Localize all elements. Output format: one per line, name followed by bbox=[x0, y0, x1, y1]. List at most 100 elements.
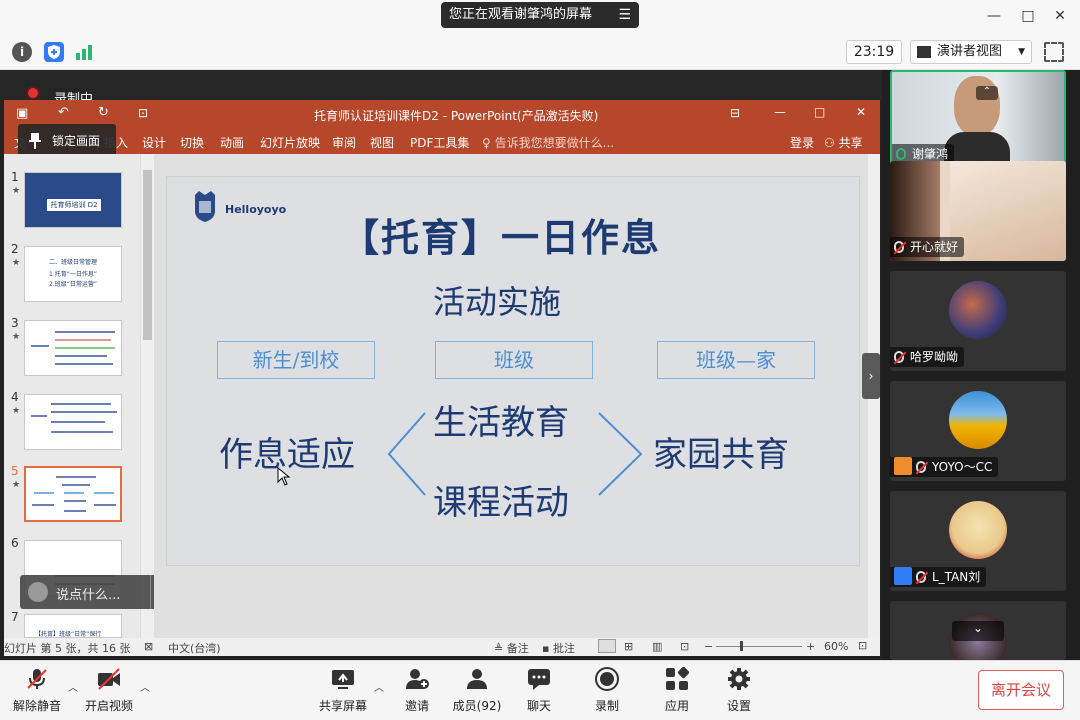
tab-review[interactable]: 审阅 bbox=[332, 134, 356, 151]
tab-animations[interactable]: 动画 bbox=[220, 134, 244, 151]
settings-label: 设置 bbox=[726, 699, 751, 713]
thumbnail-scrollbar[interactable] bbox=[140, 154, 154, 638]
view-mode-label: 演讲者视图 bbox=[937, 44, 1003, 59]
language-label[interactable]: 中文(台湾) bbox=[168, 640, 221, 656]
zoom-out-button[interactable]: − bbox=[704, 640, 713, 653]
screen-share-banner[interactable]: 您正在观看谢肇鸿的屏幕 ☰ bbox=[441, 2, 639, 28]
participant-tile[interactable]: YOYO～CC bbox=[890, 381, 1066, 481]
host-user-icon bbox=[894, 457, 912, 475]
thumb-number: 3 bbox=[11, 316, 19, 330]
reading-view-icon[interactable]: ▥ bbox=[652, 640, 662, 653]
save-icon[interactable]: ▣ bbox=[16, 106, 28, 121]
share-screen-button[interactable]: 共享屏幕 bbox=[308, 667, 378, 717]
redo-icon[interactable]: ↻ bbox=[98, 105, 109, 120]
slide-logo-text: Helloyoyo bbox=[225, 203, 287, 216]
tab-design[interactable]: 设计 bbox=[142, 134, 166, 151]
banner-menu-icon[interactable]: ☰ bbox=[618, 2, 631, 28]
undo-icon[interactable]: ↶ bbox=[58, 105, 69, 120]
share-screen-icon bbox=[332, 670, 354, 689]
ppt-close-button[interactable]: ✕ bbox=[856, 105, 866, 119]
lightbulb-icon: ♀ bbox=[482, 136, 491, 150]
leave-meeting-button[interactable]: 离开会议 bbox=[978, 670, 1064, 710]
slide-thumbnail-4[interactable] bbox=[24, 394, 122, 450]
participant-tile[interactable]: ⌄ bbox=[890, 601, 1066, 660]
window-title-bar: 您正在观看谢肇鸿的屏幕 ☰ — □ ✕ bbox=[0, 0, 1080, 34]
spellcheck-icon[interactable]: ⊠ bbox=[144, 640, 153, 653]
thumb-number: 7 bbox=[11, 610, 19, 624]
zoom-level[interactable]: 60% bbox=[824, 640, 848, 653]
user-icon bbox=[894, 567, 912, 585]
tab-view[interactable]: 视图 bbox=[370, 134, 394, 151]
zoom-in-button[interactable]: + bbox=[806, 640, 815, 653]
comments-button[interactable]: ▪ 批注 bbox=[542, 640, 575, 656]
camera-off-icon bbox=[98, 668, 120, 690]
collapse-up-icon[interactable]: ⌃ bbox=[976, 86, 998, 100]
ppt-share-button[interactable]: ⚇ 共享 bbox=[824, 134, 863, 151]
participant-tile[interactable]: 开心就好 bbox=[890, 161, 1066, 261]
zoom-slider-thumb[interactable] bbox=[740, 641, 743, 651]
tab-pdf-tools[interactable]: PDF工具集 bbox=[410, 134, 469, 151]
current-slide[interactable]: Helloyoyo 【托育】一日作息 活动实施 新生/到校 班级 班级—家 作息… bbox=[166, 176, 860, 566]
slide-thumbnail-7[interactable]: 【托育】班级“日常”保行 bbox=[24, 614, 122, 638]
ribbon-display-icon[interactable]: ⊟ bbox=[730, 106, 740, 120]
participant-tile[interactable]: ⌃ 谢肇鸿 bbox=[890, 70, 1066, 170]
participant-tile[interactable]: 哈罗呦呦 bbox=[890, 271, 1066, 371]
thumb-number: 1 bbox=[11, 170, 19, 184]
apps-button[interactable]: 应用 bbox=[642, 667, 712, 717]
chat-button[interactable]: 聊天 bbox=[504, 667, 574, 717]
slide-count: 幻灯片 第 5 张，共 16 张 bbox=[4, 642, 131, 655]
participant-tile[interactable]: L_TAN刘 bbox=[890, 491, 1066, 591]
slide-thumbnail-1[interactable]: 托育师培训 D2 bbox=[24, 172, 122, 228]
unmute-label: 解除静音 bbox=[12, 699, 61, 713]
ppt-title: 托育师认证培训课件D2 - PowerPoint(产品激活失败) bbox=[314, 109, 599, 123]
tell-me-search[interactable]: ♀ 告诉我您想要做什么... bbox=[482, 134, 614, 151]
thumb-text: 二、班级日常管理 bbox=[49, 259, 98, 266]
zoom-slider[interactable] bbox=[716, 646, 802, 647]
thumb-title: 托育师培训 D2 bbox=[47, 199, 101, 211]
normal-view-icon[interactable] bbox=[598, 639, 616, 653]
chat-icon bbox=[528, 669, 550, 690]
participant-name: YOYO～CC bbox=[890, 457, 999, 477]
lock-screen-button[interactable]: 锁定画面 bbox=[18, 124, 116, 158]
ppt-minimize-button[interactable]: — bbox=[774, 105, 786, 119]
slide-middle-bottom: 课程活动 bbox=[433, 483, 569, 523]
right-bracket-arrow bbox=[598, 412, 643, 496]
participant-name-text: 开心就好 bbox=[910, 240, 959, 254]
security-shield-icon[interactable] bbox=[44, 42, 64, 62]
maximize-button[interactable]: □ bbox=[1018, 6, 1038, 26]
login-link[interactable]: 登录 bbox=[790, 134, 814, 151]
present-icon[interactable]: ⊡ bbox=[138, 106, 148, 120]
close-window-button[interactable]: ✕ bbox=[1050, 6, 1070, 26]
tab-slideshow[interactable]: 幻灯片放映 bbox=[260, 134, 320, 151]
ppt-maximize-button[interactable]: □ bbox=[814, 105, 825, 119]
settings-button[interactable]: 设置 bbox=[704, 667, 774, 717]
sorter-view-icon[interactable]: ⊞ bbox=[624, 640, 633, 653]
notes-button[interactable]: ≜ 备注 bbox=[494, 640, 529, 656]
video-options-caret-icon[interactable]: ︿ bbox=[140, 679, 150, 694]
slide-thumbnail-5-selected[interactable] bbox=[24, 466, 122, 522]
view-mode-select[interactable]: 演讲者视图 ▼ bbox=[910, 40, 1032, 64]
minimize-button[interactable]: — bbox=[984, 6, 1004, 26]
unmute-button[interactable]: 解除静音 bbox=[2, 667, 72, 717]
panel-toggle-icon[interactable]: › bbox=[862, 353, 880, 399]
start-video-button[interactable]: 开启视频 bbox=[74, 667, 144, 717]
fullscreen-icon[interactable] bbox=[1044, 42, 1064, 62]
avatar bbox=[949, 281, 1007, 339]
avatar bbox=[949, 501, 1007, 559]
tab-transitions[interactable]: 切换 bbox=[180, 134, 204, 151]
members-button[interactable]: 成员(92) bbox=[442, 667, 512, 717]
slide-thumbnail-2[interactable]: 二、班级日常管理 1.托育“一日作息” 2.班级“日常运营” bbox=[24, 246, 122, 302]
participant-name-text: 谢肇鸿 bbox=[912, 147, 949, 161]
fit-slide-icon[interactable]: ⊡ bbox=[858, 639, 867, 652]
participant-name: 开心就好 bbox=[890, 237, 965, 257]
emoji-icon[interactable] bbox=[28, 582, 48, 602]
signal-strength-icon[interactable] bbox=[74, 42, 94, 62]
slideshow-view-icon[interactable]: ⊡ bbox=[680, 640, 689, 653]
recording-bar: 录制中 bbox=[0, 70, 882, 107]
chevron-down-icon[interactable]: ⌄ bbox=[952, 621, 1004, 641]
slide-thumbnail-3[interactable] bbox=[24, 320, 122, 376]
speaker-face bbox=[954, 76, 1000, 136]
record-button[interactable]: 录制 bbox=[572, 667, 642, 717]
slide-middle-top: 生活教育 bbox=[433, 403, 569, 443]
meeting-info-icon[interactable]: i bbox=[12, 42, 32, 62]
